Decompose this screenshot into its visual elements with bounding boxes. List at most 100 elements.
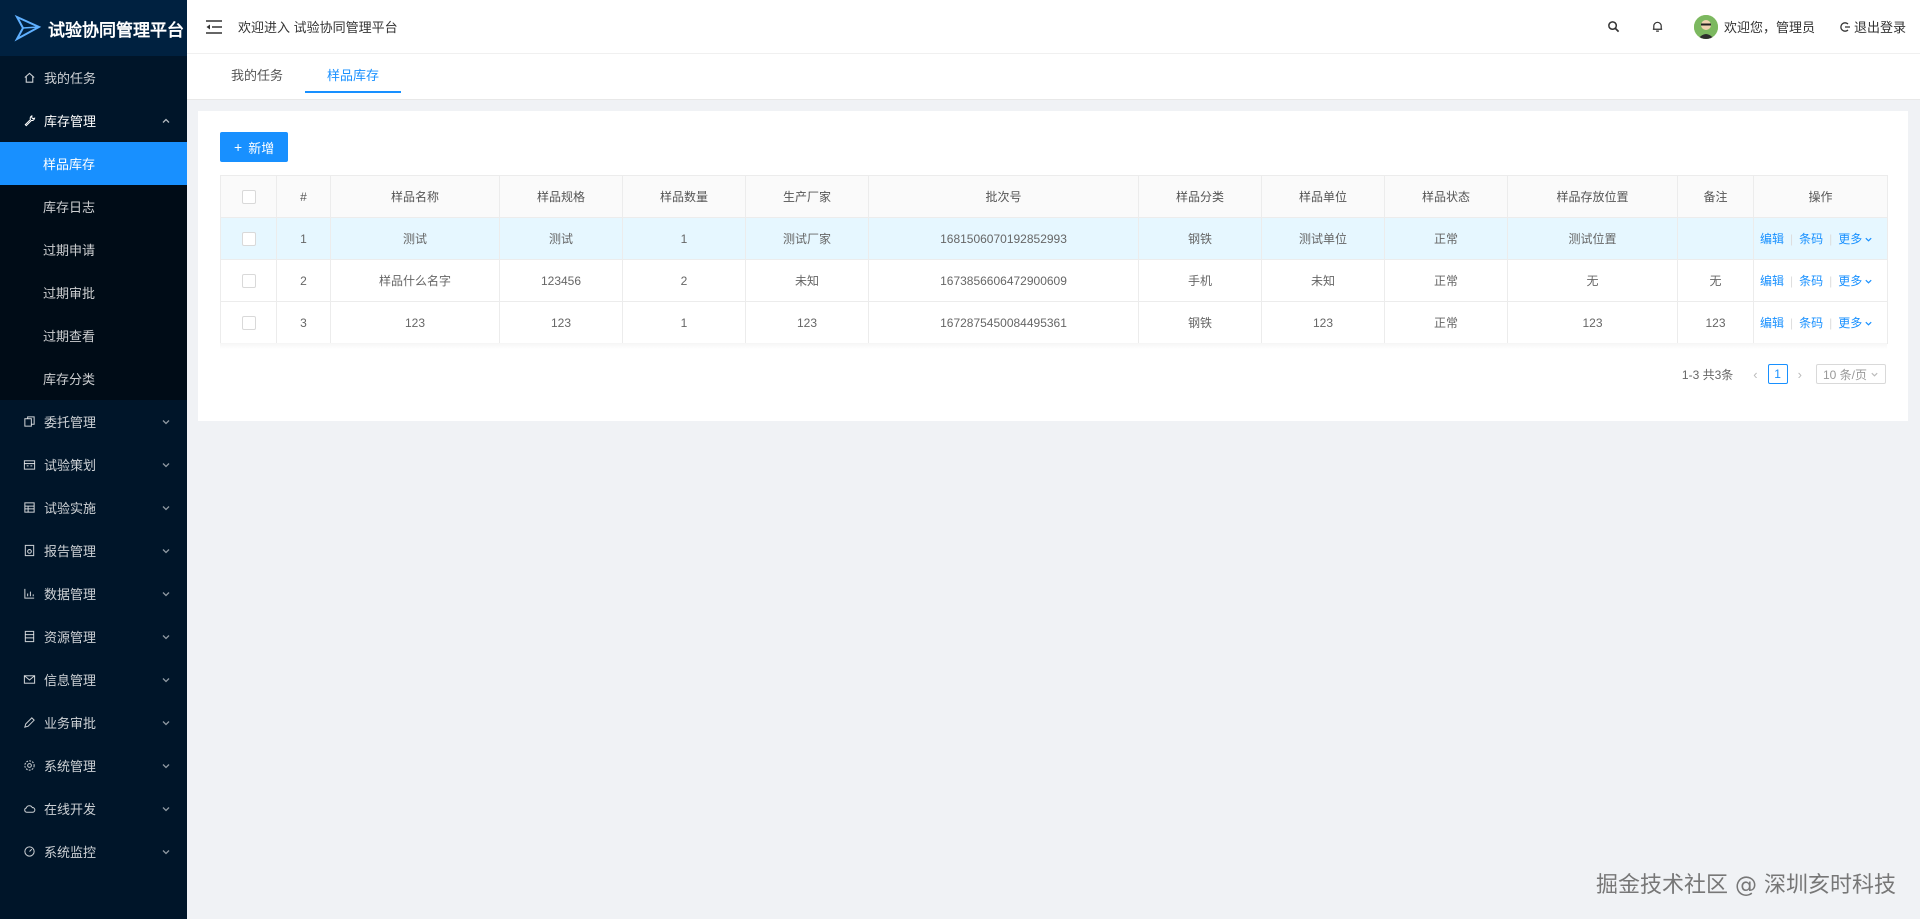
- tab-sample-inventory[interactable]: 样品库存: [305, 53, 402, 99]
- sidebar-subitem-inventory-category[interactable]: 库存分类: [0, 357, 187, 400]
- divider: |: [1829, 232, 1833, 246]
- sidebar-item-test-planning[interactable]: 试验策划: [0, 443, 187, 486]
- table-row[interactable]: 2 样品什么名字 123456 2 未知 1673856606472900609…: [220, 259, 1888, 302]
- header-select-all[interactable]: [220, 175, 277, 218]
- sidebar-item-label: 试验策划: [44, 458, 97, 473]
- tab-my-tasks[interactable]: 我的任务: [209, 53, 305, 99]
- column-header: 样品规格: [499, 175, 623, 218]
- sidebar-subitem-sample-inventory[interactable]: 样品库存: [0, 142, 187, 185]
- wrench-icon: [22, 114, 36, 128]
- select-all-checkbox[interactable]: [241, 189, 256, 204]
- chevron-down-icon: [162, 763, 170, 768]
- more-label: 更多: [1838, 316, 1863, 330]
- edit-link[interactable]: 编辑: [1760, 316, 1784, 330]
- cell-remark: [1677, 217, 1754, 260]
- cell-actions: 编辑 | 条码 | 更多: [1753, 217, 1888, 260]
- column-header: 生产厂家: [745, 175, 869, 218]
- chevron-up-icon: [162, 118, 170, 123]
- sidebar-item-data[interactable]: 数据管理: [0, 572, 187, 615]
- sidebar-item-information[interactable]: 信息管理: [0, 658, 187, 701]
- cell-no: 1: [276, 217, 331, 260]
- barcode-link[interactable]: 条码: [1799, 274, 1823, 288]
- row-select-cell[interactable]: [220, 301, 277, 344]
- sidebar-item-report[interactable]: 报告管理: [0, 529, 187, 572]
- search-icon[interactable]: [1606, 19, 1622, 35]
- next-page-icon[interactable]: ›: [1798, 367, 1802, 382]
- row-checkbox[interactable]: [241, 273, 256, 288]
- row-select-cell[interactable]: [220, 217, 277, 260]
- edit-link[interactable]: 编辑: [1760, 232, 1784, 246]
- menu-fold-icon[interactable]: [204, 17, 224, 37]
- sidebar-item-system[interactable]: 系统管理: [0, 744, 187, 787]
- sidebar-item-resource[interactable]: 资源管理: [0, 615, 187, 658]
- more-dropdown[interactable]: 更多: [1838, 274, 1873, 288]
- cell-name: 样品什么名字: [330, 259, 500, 302]
- edit-link[interactable]: 编辑: [1760, 274, 1784, 288]
- avatar[interactable]: [1693, 14, 1718, 39]
- add-button-label: 新增: [248, 140, 275, 156]
- divider: |: [1829, 316, 1833, 330]
- cell-qty: 1: [622, 301, 746, 344]
- sidebar-item-label: 系统监控: [44, 845, 97, 860]
- top-header: 欢迎进入 试验协同管理平台 欢迎您，管理员 退出登录: [187, 0, 1920, 54]
- more-dropdown[interactable]: 更多: [1838, 316, 1873, 330]
- calendar-icon: [22, 458, 36, 472]
- chevron-down-icon: [162, 419, 170, 424]
- brand[interactable]: 试验协同管理平台: [0, 0, 187, 56]
- sidebar-item-commission[interactable]: 委托管理: [0, 400, 187, 443]
- chevron-down-icon: [162, 849, 170, 854]
- content-card: + 新增 # 样品名称 样品规格 样品数量 生产厂家 批次号 样品分类 样品单位…: [198, 111, 1908, 421]
- cell-actions: 编辑 | 条码 | 更多: [1753, 259, 1888, 302]
- table-row[interactable]: 1 测试 测试 1 测试厂家 1681506070192852993 钢铁 测试…: [220, 217, 1888, 260]
- chevron-down-icon: [162, 548, 170, 553]
- cell-spec: 测试: [499, 217, 623, 260]
- cell-batch: 1681506070192852993: [868, 217, 1139, 260]
- barcode-link[interactable]: 条码: [1799, 232, 1823, 246]
- chevron-down-icon: [162, 720, 170, 725]
- chevron-down-icon: [162, 505, 170, 510]
- sidebar-subitem-expiry-view[interactable]: 过期查看: [0, 314, 187, 357]
- page-size-select[interactable]: 10 条/页: [1815, 364, 1886, 384]
- home-icon: [22, 71, 36, 85]
- table-row[interactable]: 3 123 123 1 123 1672875450084495361 钢铁 1…: [220, 301, 1888, 344]
- cell-category: 钢铁: [1138, 217, 1262, 260]
- row-select-cell[interactable]: [220, 259, 277, 302]
- sidebar-subitem-expiry-approval[interactable]: 过期审批: [0, 271, 187, 314]
- sidebar-subitem-inventory-log[interactable]: 库存日志: [0, 185, 187, 228]
- bell-icon[interactable]: [1650, 19, 1666, 35]
- cell-unit: 测试单位: [1261, 217, 1385, 260]
- sample-table: # 样品名称 样品规格 样品数量 生产厂家 批次号 样品分类 样品单位 样品状态…: [220, 175, 1888, 344]
- page-item-current[interactable]: 1: [1767, 364, 1788, 384]
- sidebar-item-label: 数据管理: [44, 587, 97, 602]
- barcode-link[interactable]: 条码: [1799, 316, 1823, 330]
- sidebar-item-business-approval[interactable]: 业务审批: [0, 701, 187, 744]
- list-icon: [22, 630, 36, 644]
- add-button[interactable]: + 新增: [220, 132, 289, 162]
- more-dropdown[interactable]: 更多: [1838, 232, 1873, 246]
- cell-batch: 1672875450084495361: [868, 301, 1139, 344]
- row-checkbox[interactable]: [241, 231, 256, 246]
- cell-qty: 1: [622, 217, 746, 260]
- inventory-submenu: 样品库存 库存日志 过期申请 过期审批 过期查看 库存分类: [0, 142, 187, 400]
- cell-remark: 123: [1677, 301, 1754, 344]
- sidebar-subitem-expiry-request[interactable]: 过期申请: [0, 228, 187, 271]
- sidebar-item-label: 资源管理: [44, 630, 97, 645]
- cell-status: 正常: [1384, 301, 1508, 344]
- cell-qty: 2: [622, 259, 746, 302]
- logout-button[interactable]: 退出登录: [1839, 17, 1906, 36]
- sidebar-item-monitor[interactable]: 系统监控: [0, 830, 187, 873]
- column-header: 批次号: [868, 175, 1139, 218]
- column-header: 样品分类: [1138, 175, 1262, 218]
- cell-maker: 测试厂家: [745, 217, 869, 260]
- grid-icon: [22, 501, 36, 515]
- prev-page-icon[interactable]: ‹: [1753, 367, 1757, 382]
- cell-category: 手机: [1138, 259, 1262, 302]
- row-checkbox[interactable]: [241, 315, 256, 330]
- user-greeting[interactable]: 欢迎您，管理员: [1724, 17, 1815, 36]
- cell-no: 2: [276, 259, 331, 302]
- sidebar-item-online-dev[interactable]: 在线开发: [0, 787, 187, 830]
- sidebar-item-test-implementation[interactable]: 试验实施: [0, 486, 187, 529]
- sidebar-item-inventory[interactable]: 库存管理: [0, 99, 187, 142]
- sidebar-item-my-tasks[interactable]: 我的任务: [0, 56, 187, 99]
- logout-icon: [1840, 21, 1850, 32]
